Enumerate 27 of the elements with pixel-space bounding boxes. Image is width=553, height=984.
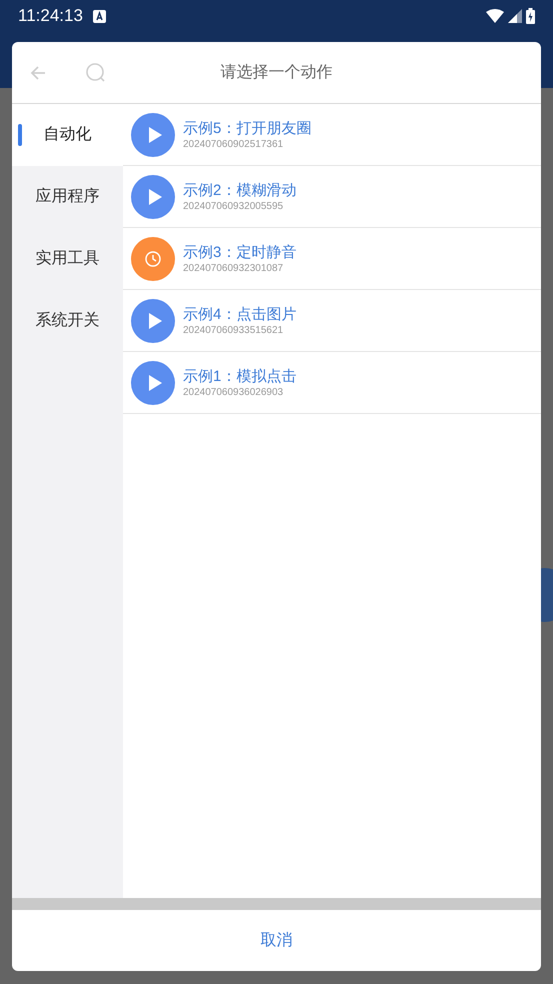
- action-row[interactable]: 示例5：打开朋友圈 202407060902517361: [123, 104, 541, 166]
- category-tab[interactable]: 系统开关: [12, 290, 123, 352]
- dialog-title: 请选择一个动作: [220, 62, 332, 82]
- action-id: 202407060902517361: [183, 138, 284, 150]
- action-id: 202407060933515621: [183, 324, 284, 336]
- action-row[interactable]: 示例2：模糊滑动 202407060932005595: [123, 166, 541, 228]
- category-tab[interactable]: 应用程序: [12, 166, 123, 228]
- battery-icon: [526, 8, 535, 24]
- action-id: 202407060932301087: [183, 262, 284, 274]
- status-time: 11:24:13: [18, 5, 83, 28]
- action-title: 示例5：打开朋友圈: [183, 118, 312, 138]
- action-row[interactable]: 示例3：定时静音 202407060932301087: [123, 228, 541, 290]
- action-row[interactable]: 示例1：模拟点击 202407060936026903: [123, 352, 541, 414]
- category-tab[interactable]: 自动化: [12, 104, 123, 166]
- action-title: 示例1：模拟点击: [183, 366, 296, 386]
- wifi-icon: [486, 9, 504, 23]
- action-title: 示例2：模糊滑动: [183, 180, 296, 200]
- search-icon: [85, 62, 107, 84]
- cancel-button[interactable]: 取消: [252, 924, 300, 956]
- action-title: 示例3：定时静音: [183, 242, 296, 262]
- notification-icon: [92, 10, 106, 22]
- action-row[interactable]: 示例4：点击图片 202407060933515621: [123, 290, 541, 352]
- action-id: 202407060936026903: [183, 386, 284, 398]
- action-title: 示例4：点击图片: [183, 304, 296, 324]
- action-id: 202407060932005595: [183, 200, 284, 212]
- signal-icon: [508, 9, 522, 23]
- category-tab[interactable]: 实用工具: [12, 228, 123, 290]
